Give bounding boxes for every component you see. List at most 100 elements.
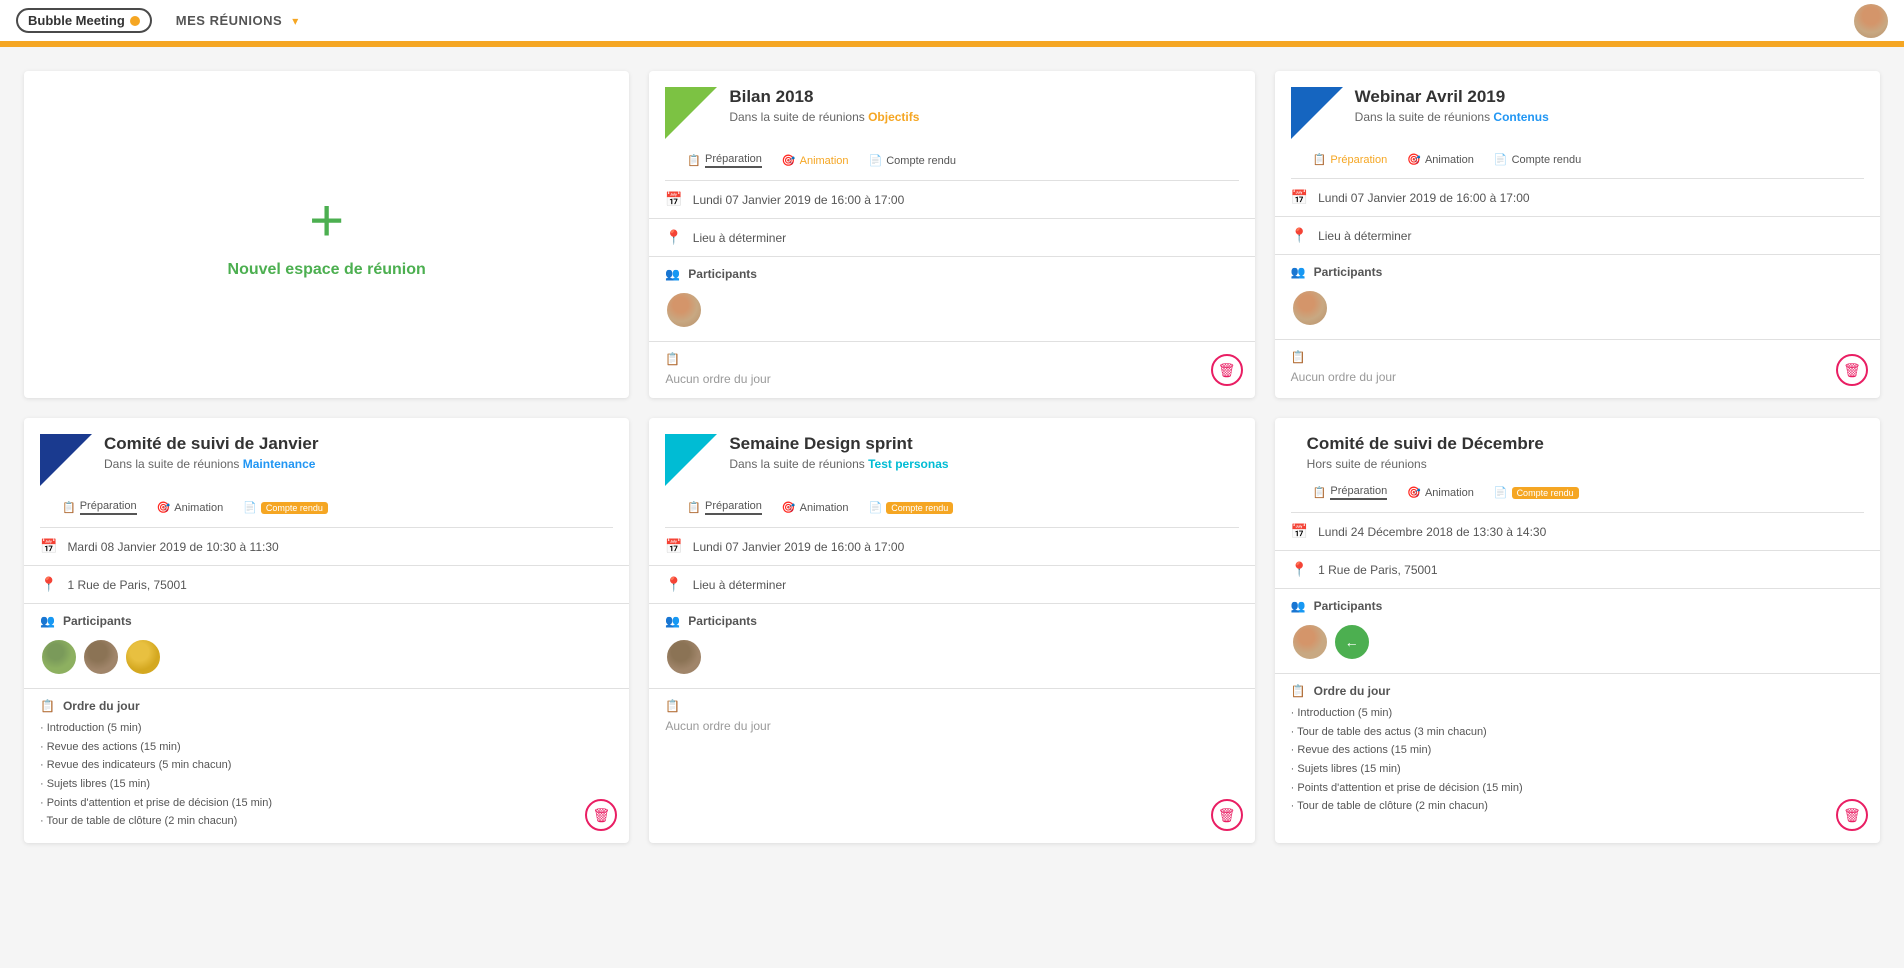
delete-button[interactable]: 🗑: [1211, 354, 1243, 386]
location-text: Lieu à déterminer: [693, 578, 786, 592]
tab-preparation[interactable]: 📋 Préparation: [681, 498, 768, 517]
tab-animation[interactable]: 🎯 Animation: [1401, 484, 1480, 501]
participants-label: 👥 Participants: [1291, 265, 1864, 279]
prep-icon: 📋: [687, 154, 701, 167]
subtitle-link[interactable]: Objectifs: [868, 110, 919, 124]
location-text: 1 Rue de Paris, 75001: [67, 578, 186, 592]
card-title[interactable]: Webinar Avril 2019: [1355, 87, 1864, 107]
delete-button[interactable]: 🗑: [1211, 799, 1243, 831]
avatar-3: [124, 638, 162, 676]
avatar-1: [1291, 289, 1329, 327]
logo[interactable]: Bubble Meeting: [16, 8, 152, 33]
cr-label: Compte rendu: [1512, 154, 1582, 166]
agenda-items: · Introduction (5 min)· Tour de table de…: [1291, 704, 1864, 816]
subtitle-link[interactable]: Test personas: [868, 457, 948, 471]
prep-icon: 📋: [1313, 153, 1327, 166]
location-text: 1 Rue de Paris, 75001: [1318, 563, 1437, 577]
card-subtitle: Dans la suite de réunions Objectifs: [729, 110, 1238, 124]
bilan2018-card: Bilan 2018 Dans la suite de réunions Obj…: [649, 71, 1254, 398]
delete-button[interactable]: 🗑: [1836, 354, 1868, 386]
card-title[interactable]: Bilan 2018: [729, 87, 1238, 107]
agenda-icon: 📋: [665, 699, 680, 713]
tab-compterendu[interactable]: 📄 Compte rendu: [237, 499, 334, 516]
participants-section: 👥 Participants: [24, 604, 629, 689]
subtitle-link[interactable]: Contenus: [1493, 110, 1548, 124]
card-title[interactable]: Semaine Design sprint: [729, 434, 1238, 454]
participants-section: 👥 Participants: [1275, 255, 1880, 340]
prep-label: Préparation: [1330, 154, 1387, 166]
mes-reunions-nav[interactable]: MES RÉUNIONS: [168, 9, 290, 32]
prep-icon: 📋: [687, 501, 701, 514]
card-header: Webinar Avril 2019 Dans la suite de réun…: [1275, 71, 1880, 151]
cr-label: Compte rendu: [886, 155, 956, 167]
calendar-icon: 📅: [665, 191, 682, 208]
date-row: 📅 Mardi 08 Janvier 2019 de 10:30 à 11:30: [24, 528, 629, 566]
agenda-item: · Points d'attention et prise de décisio…: [1291, 779, 1864, 798]
agenda-header: 📋 Ordre du jour: [40, 699, 613, 713]
cr-icon: 📄: [869, 154, 883, 167]
card-header: Semaine Design sprint Dans la suite de r…: [649, 418, 1254, 498]
calendar-icon: 📅: [1291, 189, 1308, 206]
tab-preparation[interactable]: 📋 Préparation: [681, 151, 768, 170]
date-text: Lundi 07 Janvier 2019 de 16:00 à 17:00: [693, 193, 905, 207]
card-title-area: Webinar Avril 2019 Dans la suite de réun…: [1355, 87, 1864, 124]
avatar-image: [1854, 4, 1888, 38]
prep-label: Préparation: [705, 153, 762, 168]
participants-text: Participants: [688, 614, 757, 628]
tab-preparation[interactable]: 📋 Préparation: [1307, 483, 1394, 502]
location-icon: 📍: [1291, 561, 1308, 578]
agenda-section: 📋 Aucun ordre du jour: [1275, 340, 1880, 396]
delete-button[interactable]: 🗑: [1836, 799, 1868, 831]
tab-preparation[interactable]: 📋 Préparation: [1307, 151, 1394, 168]
agenda-icon: 📋: [40, 699, 55, 713]
date-text: Lundi 24 Décembre 2018 de 13:30 à 14:30: [1318, 525, 1546, 539]
card-title[interactable]: Comité de suivi de Janvier: [104, 434, 613, 454]
card-subtitle: Dans la suite de réunions Maintenance: [104, 457, 613, 471]
agenda-icon: 📋: [665, 352, 680, 366]
agenda-title: Ordre du jour: [1314, 684, 1391, 698]
user-avatar[interactable]: [1854, 4, 1888, 38]
card-header: Comité de suivi de Janvier Dans la suite…: [24, 418, 629, 498]
semaine-design-card: Semaine Design sprint Dans la suite de r…: [649, 418, 1254, 843]
participants-icon: 👥: [1291, 599, 1306, 613]
tab-compterendu[interactable]: 📄 Compte rendu: [1488, 151, 1587, 168]
tab-compterendu[interactable]: 📄 Compte rendu: [863, 499, 960, 516]
tab-compterendu[interactable]: 📄 Compte rendu: [1488, 484, 1585, 501]
location-row: 📍 1 Rue de Paris, 75001: [1275, 551, 1880, 589]
prep-label: Préparation: [705, 500, 762, 515]
participants-icon: 👥: [40, 614, 55, 628]
new-meeting-card[interactable]: + Nouvel espace de réunion: [24, 71, 629, 398]
location-row: 📍 1 Rue de Paris, 75001: [24, 566, 629, 604]
calendar-icon: 📅: [1291, 523, 1308, 540]
tab-preparation[interactable]: 📋 Préparation: [56, 498, 143, 517]
agenda-header: 📋: [1291, 350, 1864, 364]
plus-icon: +: [309, 191, 344, 251]
tab-animation[interactable]: 🎯 Animation: [1401, 151, 1480, 168]
tab-animation[interactable]: 🎯 Animation: [776, 499, 855, 516]
tab-compterendu[interactable]: 📄 Compte rendu: [863, 152, 962, 169]
card-tabs: 📋 Préparation 🎯 Animation 📄 Compte rendu: [665, 498, 1238, 528]
avatar-1: [40, 638, 78, 676]
date-row: 📅 Lundi 07 Janvier 2019 de 16:00 à 17:00: [1275, 179, 1880, 217]
card-title[interactable]: Comité de suivi de Décembre: [1307, 434, 1864, 454]
tab-animation[interactable]: 🎯 Animation: [151, 499, 230, 516]
anim-label: Animation: [800, 502, 849, 514]
corner-triangle: [665, 434, 717, 486]
webinar2019-card: Webinar Avril 2019 Dans la suite de réun…: [1275, 71, 1880, 398]
card-title-area: Comité de suivi de Décembre Hors suite d…: [1307, 434, 1864, 471]
cr-label: Compte rendu: [886, 502, 953, 514]
agenda-item: · Introduction (5 min): [1291, 704, 1864, 723]
subtitle-link[interactable]: Maintenance: [243, 457, 316, 471]
corner-triangle: [665, 87, 717, 139]
tab-animation[interactable]: 🎯 Animation: [776, 152, 855, 169]
avatar-1: [1291, 623, 1329, 661]
avatar-green: ←: [1333, 623, 1371, 661]
location-icon: 📍: [665, 229, 682, 246]
agenda-header: 📋: [665, 699, 1238, 713]
comite-decembre-card: Comité de suivi de Décembre Hors suite d…: [1275, 418, 1880, 843]
agenda-item: · Tour de table de clôture (2 min chacun…: [40, 812, 613, 831]
date-text: Lundi 07 Janvier 2019 de 16:00 à 17:00: [693, 540, 905, 554]
participants-icon: 👥: [665, 614, 680, 628]
corner-triangle: [1291, 87, 1343, 139]
agenda-empty-text: Aucun ordre du jour: [1291, 370, 1864, 384]
